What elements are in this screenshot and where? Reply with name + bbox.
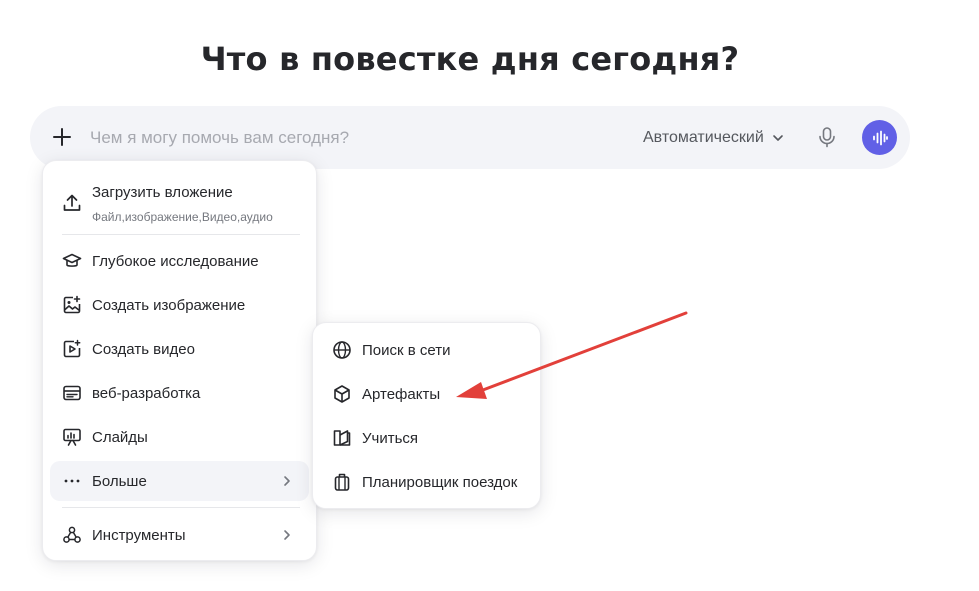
tools-icon [62,525,82,545]
video-play-icon [62,339,82,359]
model-select-label: Автоматический [643,129,764,146]
submenu-item-learn[interactable]: Учиться [320,418,533,458]
menu-item-label: веб-разработка [92,384,201,402]
menu-item-more[interactable]: Больше [50,461,309,501]
submenu-item-label: Планировщик поездок [362,473,518,491]
model-select[interactable]: Автоматический [643,126,784,150]
submenu-item-label: Поиск в сети [362,341,451,359]
chevron-right-icon [279,473,295,489]
menu-item-create-image[interactable]: Создать изображение [50,285,309,325]
submenu-item-label: Учиться [362,429,419,447]
image-plus-icon [62,295,82,315]
presentation-icon [62,427,82,447]
menu-item-label: Инструменты [92,526,186,544]
book-icon [332,428,352,448]
menu-item-label: Больше [92,472,147,490]
browser-window-icon [62,383,82,403]
attach-menu: Загрузить вложение Файл,изображение,Виде… [42,160,317,561]
submenu-item-artifacts[interactable]: Артефакты [320,374,533,414]
chat-input[interactable] [90,126,590,150]
microphone-icon [819,127,835,148]
menu-item-label: Глубокое исследование [92,252,259,270]
submenu-item-web-search[interactable]: Поиск в сети [320,330,533,370]
menu-item-slides[interactable]: Слайды [50,417,309,457]
submenu-item-trip-planner[interactable]: Планировщик поездок [320,462,533,502]
more-submenu: Поиск в сети Артефакты Учиться Планировщ… [312,322,541,509]
plus-icon [53,128,71,146]
chevron-right-icon [279,527,295,543]
voice-mode-button[interactable] [862,120,897,155]
more-dots-icon [62,471,82,491]
menu-divider [62,234,300,235]
page-title: Что в повестке дня сегодня? [200,40,740,78]
menu-item-tools[interactable]: Инструменты [50,515,309,555]
globe-icon [332,340,352,360]
voice-wave-icon [872,130,888,145]
menu-item-create-video[interactable]: Создать видео [50,329,309,369]
menu-item-label: Создать видео [92,340,195,358]
upload-label: Загрузить вложение [92,184,233,201]
menu-divider [62,507,300,508]
upload-description: Файл,изображение,Видео,аудио [92,210,273,224]
suitcase-icon [332,472,352,492]
chevron-down-icon [772,135,783,141]
menu-item-deep-research[interactable]: Глубокое исследование [50,241,309,281]
menu-item-label: Слайды [92,428,148,446]
submenu-item-label: Артефакты [362,385,441,403]
menu-item-label: Создать изображение [92,296,246,314]
menu-item-web-dev[interactable]: веб-разработка [50,373,309,413]
cube-icon [332,384,352,404]
microphone-button[interactable] [813,123,841,151]
graduation-cap-icon [62,251,82,271]
add-attachment-button[interactable] [46,121,78,153]
upload-attachment-item[interactable]: Загрузить вложение Файл,изображение,Виде… [50,167,309,227]
upload-icon [62,193,82,213]
